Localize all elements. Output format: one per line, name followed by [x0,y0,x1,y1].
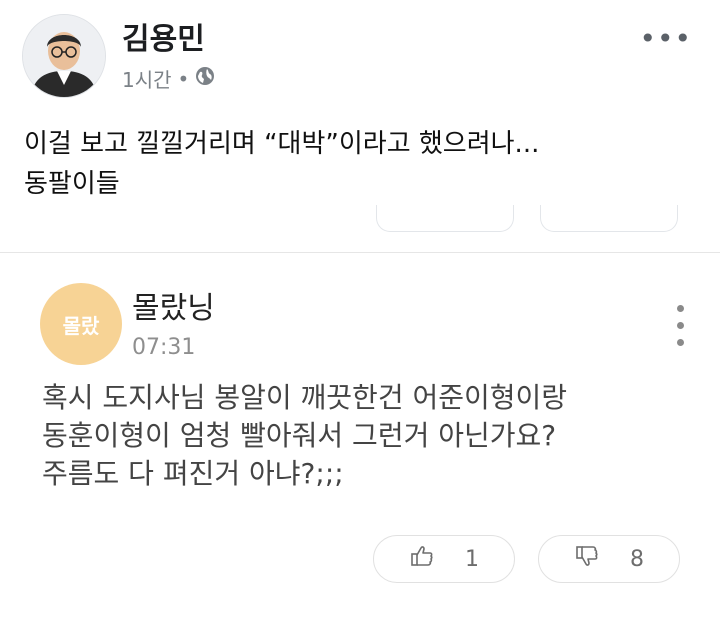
post-text-line: 동팔이들 [24,169,120,199]
comment-more-options-icon[interactable] [677,305,684,346]
dislike-button[interactable]: 8 [538,535,680,583]
post-text-line: 이걸 보고 낄낄거리며 “대박”이라고 했으려나... [24,129,540,159]
like-button[interactable]: 1 [373,535,515,583]
thumbs-down-icon [574,543,600,575]
post-more-options-icon[interactable]: ••• [639,22,692,55]
meta-separator: • [177,66,190,91]
cropped-dislike-button[interactable] [540,205,678,232]
comment-card: 몰랐 몰랐닝 07:31 혹시 도지사님 봉알이 깨끗한건 어준이형이랑 동훈이… [0,253,720,618]
cropped-like-button[interactable] [376,205,514,232]
post-card: 김용민 1시간 • ••• 이걸 보고 낄낄거리며 “대박”이라고 했으려나..… [0,0,720,250]
comment-line: 주름도 다 펴진거 아냐?;;; [42,457,344,490]
author-avatar[interactable] [22,14,106,98]
avatar-photo [23,15,105,97]
comment-time: 07:31 [132,335,196,360]
dislike-count: 8 [630,546,644,572]
post-text: 이걸 보고 낄낄거리며 “대박”이라고 했으려나... 동팔이들 [24,124,539,204]
comment-body: 혹시 도지사님 봉알이 깨끗한건 어준이형이랑 동훈이형이 엄청 빨아줘서 그런… [42,379,567,493]
commenter-avatar[interactable]: 몰랐 [40,283,122,365]
commenter-name[interactable]: 몰랐닝 [132,283,215,327]
post-time[interactable]: 1시간 [122,64,172,93]
comment-line: 동훈이형이 엄청 빨아줘서 그런거 아닌가요? [42,419,557,452]
post-meta: 1시간 • [122,64,215,93]
commenter-avatar-label: 몰랐 [62,313,100,338]
comment-line: 혹시 도지사님 봉알이 깨끗한건 어준이형이랑 [42,381,568,414]
thumbs-up-icon [409,543,435,575]
globe-icon [195,66,215,91]
like-count: 1 [465,546,479,572]
post-author-name[interactable]: 김용민 [122,14,205,58]
